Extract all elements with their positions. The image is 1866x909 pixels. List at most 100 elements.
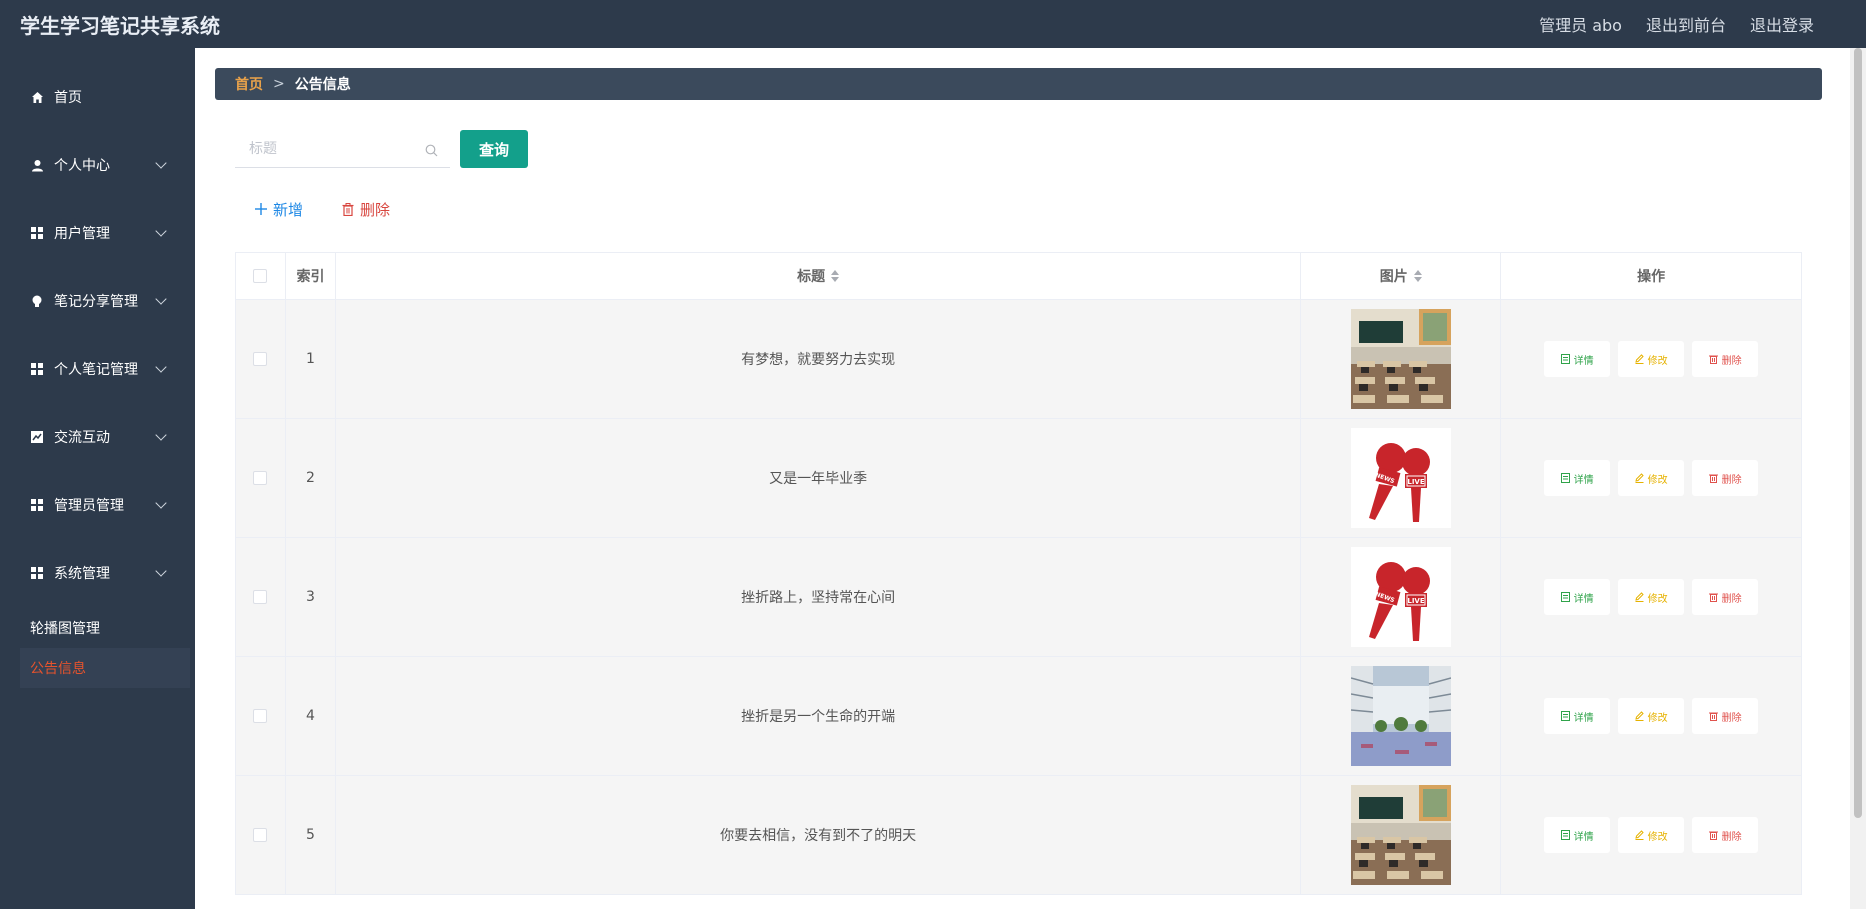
grid-icon: [30, 226, 44, 240]
table-body: 1 有梦想，就要努力去实现 详情 修改 删除 2 又是一年毕业季 LIVE NEWS 详情 修改 删除…: [236, 300, 1802, 895]
breadcrumb-home-link[interactable]: 首页: [235, 74, 263, 94]
chart-icon: [30, 430, 44, 444]
chevron-down-icon: [155, 497, 167, 509]
add-button[interactable]: 新增: [255, 198, 303, 220]
row-image-cell: [1301, 300, 1502, 418]
header-image[interactable]: 图片: [1301, 253, 1502, 299]
header-checkbox-cell: [236, 253, 286, 299]
grid-icon: [30, 498, 44, 512]
sidebar-item-label: 管理员管理: [54, 498, 124, 514]
row-checkbox[interactable]: [253, 352, 268, 366]
delete-button[interactable]: 删除: [1692, 817, 1759, 853]
row-thumbnail[interactable]: [1350, 309, 1451, 409]
detail-button[interactable]: 详情: [1544, 579, 1611, 615]
row-checkbox-cell: [236, 419, 286, 537]
detail-button[interactable]: 详情: [1544, 698, 1611, 734]
sidebar-item-system-management[interactable]: 系统管理: [0, 553, 195, 593]
detail-button[interactable]: 详情: [1544, 460, 1611, 496]
sort-icon[interactable]: [831, 270, 840, 282]
delete-button[interactable]: 删除: [1692, 460, 1759, 496]
row-index: 1: [286, 300, 336, 418]
svg-text:LIVE: LIVE: [1407, 597, 1424, 605]
row-index: 2: [286, 419, 336, 537]
select-all-checkbox[interactable]: [253, 269, 268, 283]
sidebar-subitem-notice[interactable]: 公告信息: [20, 648, 190, 688]
table-row: 1 有梦想，就要努力去实现 详情 修改 删除: [236, 300, 1802, 419]
document-icon: [1560, 830, 1570, 840]
row-checkbox[interactable]: [253, 471, 268, 485]
chevron-down-icon: [155, 361, 167, 373]
delete-button[interactable]: 删除: [1692, 579, 1759, 615]
detail-label: 详情: [1573, 712, 1594, 724]
sidebar-item-interaction[interactable]: 交流互动: [0, 417, 195, 457]
edit-button[interactable]: 修改: [1618, 341, 1685, 377]
sidebar-item-user-management[interactable]: 用户管理: [0, 213, 195, 253]
scrollbar-thumb[interactable]: [1854, 48, 1862, 818]
sidebar-subitem-carousel[interactable]: 轮播图管理: [20, 608, 190, 648]
row-ops: 详情 修改 删除: [1501, 776, 1802, 894]
sidebar-item-personal-note-management[interactable]: 个人笔记管理: [0, 349, 195, 389]
row-image-cell: LIVE NEWS: [1301, 538, 1502, 656]
delete-label: 删除: [1721, 355, 1742, 367]
vertical-scrollbar[interactable]: [1850, 48, 1866, 909]
logout-link[interactable]: 退出登录: [1750, 12, 1814, 36]
detail-label: 详情: [1573, 355, 1594, 367]
edit-label: 修改: [1647, 831, 1668, 843]
document-icon: [1560, 592, 1570, 602]
detail-button[interactable]: 详情: [1544, 341, 1611, 377]
table-header-row: 索引 标题 图片 操作: [236, 253, 1802, 300]
sidebar-item-note-share-management[interactable]: 笔记分享管理: [0, 281, 195, 321]
delete-button[interactable]: 删除: [1692, 698, 1759, 734]
trash-icon: [1708, 355, 1718, 364]
row-checkbox[interactable]: [253, 709, 268, 723]
app-title: 学生学习笔记共享系统: [20, 13, 220, 38]
sidebar-item-label: 用户管理: [54, 226, 110, 242]
svg-text:LIVE: LIVE: [1407, 478, 1424, 486]
row-thumbnail[interactable]: [1350, 785, 1451, 885]
row-thumbnail[interactable]: LIVE NEWS: [1350, 547, 1451, 647]
admin-label: 管理员 abo: [1539, 16, 1622, 35]
pencil-icon: [1634, 592, 1644, 602]
exit-to-front-link[interactable]: 退出到前台: [1646, 12, 1726, 36]
row-checkbox-cell: [236, 657, 286, 775]
sidebar-item-admin-management[interactable]: 管理员管理: [0, 485, 195, 525]
header-index: 索引: [286, 253, 336, 299]
edit-button[interactable]: 修改: [1618, 460, 1685, 496]
pencil-icon: [1634, 473, 1644, 483]
sort-icon[interactable]: [1413, 270, 1422, 282]
plus-icon: [255, 203, 267, 215]
row-title: 有梦想，就要努力去实现: [336, 300, 1302, 418]
batch-delete-button[interactable]: 删除: [342, 198, 390, 220]
user-icon: [30, 158, 44, 172]
document-icon: [1560, 473, 1570, 483]
delete-label: 删除: [1721, 474, 1742, 486]
row-checkbox-cell: [236, 300, 286, 418]
delete-label: 删除: [1721, 712, 1742, 724]
sidebar-item-home[interactable]: 首页: [0, 77, 195, 117]
chevron-down-icon: [155, 429, 167, 441]
row-checkbox[interactable]: [253, 828, 268, 842]
sidebar: 首页 个人中心 用户管理 笔记分享管理 个人笔记管理 交流互动 管理员管理 系统…: [0, 48, 195, 909]
detail-button[interactable]: 详情: [1544, 817, 1611, 853]
row-thumbnail[interactable]: LIVE NEWS: [1350, 428, 1451, 528]
header-title[interactable]: 标题: [336, 253, 1302, 299]
row-thumbnail[interactable]: [1350, 666, 1451, 766]
edit-button[interactable]: 修改: [1618, 579, 1685, 615]
search-field: [235, 130, 450, 168]
batch-delete-label: 删除: [360, 200, 391, 219]
query-button[interactable]: 查询: [460, 130, 528, 168]
row-checkbox[interactable]: [253, 590, 268, 604]
notice-table: 索引 标题 图片 操作 1 有梦想，就要努力去实现 详情 修改 删除 2 又是一年毕业季 LI…: [235, 252, 1802, 895]
edit-button[interactable]: 修改: [1618, 817, 1685, 853]
sidebar-item-label: 系统管理: [54, 566, 110, 582]
sidebar-item-personal-center[interactable]: 个人中心: [0, 145, 195, 185]
row-ops: 详情 修改 删除: [1501, 657, 1802, 775]
title-search-input[interactable]: [249, 140, 419, 157]
grid-icon: [30, 566, 44, 580]
delete-button[interactable]: 删除: [1692, 341, 1759, 377]
breadcrumb-separator: >: [273, 76, 285, 92]
edit-button[interactable]: 修改: [1618, 698, 1685, 734]
header-title-label: 标题: [797, 269, 826, 285]
row-index: 5: [286, 776, 336, 894]
header-image-label: 图片: [1379, 269, 1408, 285]
